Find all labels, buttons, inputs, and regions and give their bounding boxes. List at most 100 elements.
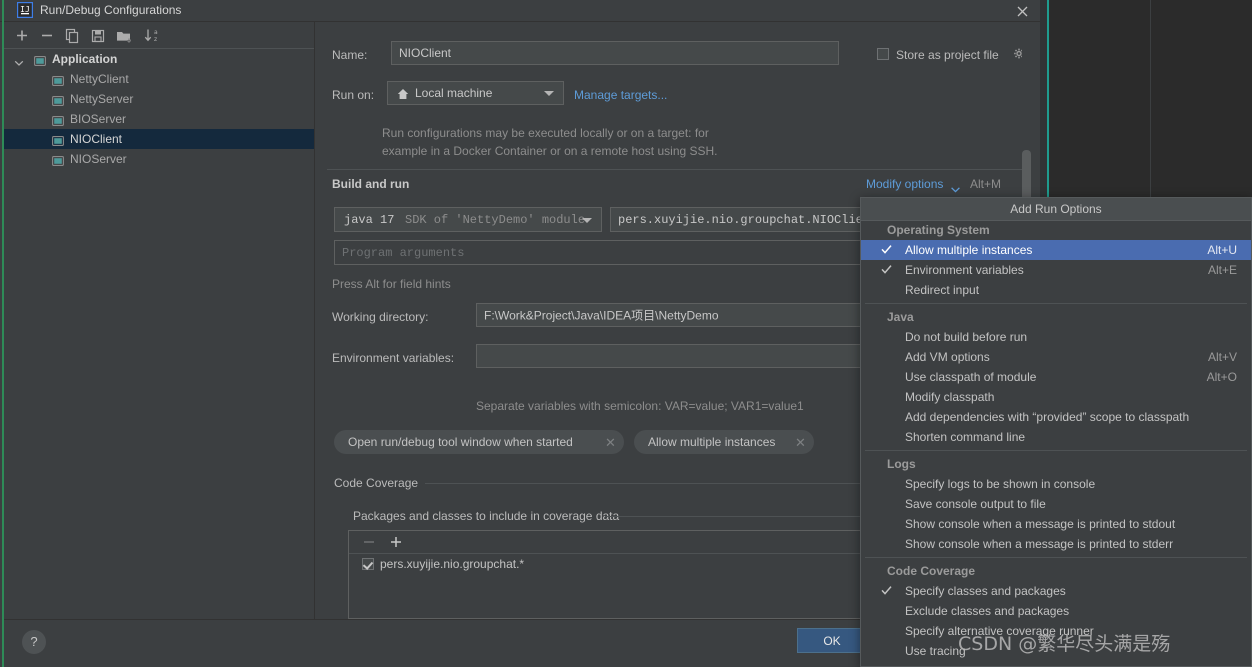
menu-separator [865,450,1247,451]
configurations-toolbar: a z [4,22,314,49]
close-icon[interactable]: ✕ [795,435,806,451]
store-as-project-file-checkbox[interactable] [877,48,889,60]
sort-configurations-button[interactable]: a z [142,26,162,45]
menu-item-label: Collect coverage in test folders [905,664,1069,666]
tree-item-nioserver[interactable]: NIOServer [4,149,314,169]
menu-item-modify-classpath[interactable]: Modify classpath [861,387,1251,407]
check-icon [881,264,892,275]
tree-item-nettyserver[interactable]: NettyServer [4,89,314,109]
menu-item-label: Shorten command line [905,430,1026,444]
environment-variables-label: Environment variables: [332,351,455,365]
menu-item-label: Save console output to file [905,497,1046,511]
left-green-edge-line [2,0,4,667]
remove-package-button[interactable] [360,534,378,550]
menu-item-specify-logs-to-be-shown-in-console[interactable]: Specify logs to be shown in console [861,474,1251,494]
menu-item-show-console-when-a-message-is-printed-to-stdout[interactable]: Show console when a message is printed t… [861,514,1251,534]
add-package-button[interactable] [387,534,405,550]
run-on-hint-line-1: Run configurations may be executed local… [382,126,709,140]
application-icon [52,133,64,146]
configurations-tree[interactable]: Application NettyClient NettyServer BIOServ… [4,49,314,619]
application-icon [34,53,46,66]
menu-item-collect-coverage-in-test-folders[interactable]: Collect coverage in test folders [861,661,1251,666]
application-icon [52,93,64,106]
packages-group-title: Packages and classes to include in cover… [348,509,625,523]
copy-configuration-button[interactable] [62,26,82,45]
chevron-down-icon [544,91,554,96]
menu-item-environment-variables[interactable]: Environment variables Alt+E [861,260,1251,280]
menu-item-label: Redirect input [905,283,980,297]
menu-group-label: Code Coverage [887,564,976,578]
application-icon [52,73,64,86]
menu-item-label: Allow multiple instances [905,243,1033,257]
name-input[interactable]: NIOClient [391,41,839,65]
tree-item-nettyclient[interactable]: NettyClient [4,69,314,89]
check-icon [881,585,892,596]
home-icon [397,88,409,103]
chip-open-run-debug-tool-window[interactable]: Open run/debug tool window when started … [334,430,624,454]
menu-item-redirect-input[interactable]: Redirect input [861,280,1251,300]
menu-item-add-vm-options[interactable]: Add VM options Alt+V [861,347,1251,367]
close-icon[interactable] [1006,1,1040,21]
sdk-suffix: SDK of 'NettyDemo' module [405,212,586,227]
configurations-left-panel: a z Application NettyClient NettyServer BIO… [4,22,315,634]
menu-item-exclude-classes-and-packages[interactable]: Exclude classes and packages [861,601,1251,621]
tree-item-nioclient[interactable]: NIOClient [4,129,314,149]
application-icon [52,113,64,126]
tree-item-bioserver[interactable]: BIOServer [4,109,314,129]
menu-group-header: Logs [861,454,1251,474]
add-configuration-button[interactable] [12,26,32,45]
check-icon [881,244,892,255]
tree-item-application[interactable]: Application [4,49,314,69]
add-run-options-menu: Add Run Options Operating System Allow mu… [860,197,1252,667]
menu-group-header: Java [861,307,1251,327]
menu-items-container[interactable]: Operating System Allow multiple instances… [861,220,1251,666]
menu-group-label: Java [887,310,914,324]
tree-item-label: Application [52,52,118,66]
menu-item-specify-classes-and-packages[interactable]: Specify classes and packages [861,581,1251,601]
menu-item-label: Specify classes and packages [905,584,1066,598]
menu-item-allow-multiple-instances[interactable]: Allow multiple instances Alt+U [861,240,1251,260]
chevron-down-icon [582,217,592,223]
menu-item-show-console-when-a-message-is-printed-to-stderr[interactable]: Show console when a message is printed t… [861,534,1251,554]
dialog-title-bar: IJ Run/Debug Configurations [0,0,1040,22]
run-on-hint-line-2: example in a Docker Container or on a re… [382,144,718,158]
remove-configuration-button[interactable] [37,26,57,45]
menu-item-shortcut: Alt+U [1207,243,1237,257]
run-on-target-combobox[interactable]: Local machine [387,81,564,105]
menu-item-label: Modify classpath [905,390,995,404]
menu-item-label: Specify logs to be shown in console [905,477,1096,491]
save-configuration-button[interactable] [88,26,108,45]
menu-item-add-dependencies-with-provided-scope-to-classpath[interactable]: Add dependencies with “provided” scope t… [861,407,1251,427]
menu-item-do-not-build-before-run[interactable]: Do not build before run [861,327,1251,347]
menu-item-use-classpath-of-module[interactable]: Use classpath of module Alt+O [861,367,1251,387]
intellij-idea-icon: IJ [16,1,34,19]
move-to-folder-button[interactable] [114,26,134,45]
menu-group-header: Operating System [861,220,1251,240]
chevron-down-icon[interactable] [951,182,960,196]
menu-item-save-console-output-to-file[interactable]: Save console output to file [861,494,1251,514]
code-coverage-title: Code Coverage [329,476,424,490]
modify-options-link[interactable]: Modify options [866,177,943,191]
tree-item-label: BIOServer [70,112,127,126]
svg-text:z: z [154,36,157,43]
menu-item-shortcut: Alt+E [1207,263,1237,277]
field-hints-text: Press Alt for field hints [332,277,451,291]
coverage-package-checkbox[interactable] [362,558,374,570]
chevron-down-icon[interactable] [14,54,24,66]
menu-group-label: Operating System [887,223,990,237]
ok-button[interactable]: OK [797,628,867,653]
menu-item-shorten-command-line[interactable]: Shorten command line [861,427,1251,447]
menu-item-label: Use tracing [905,644,966,658]
application-icon [52,153,64,166]
menu-item-shortcut: Alt+O [1206,370,1237,384]
manage-targets-link[interactable]: Manage targets... [574,88,667,102]
working-directory-label: Working directory: [332,310,429,324]
sdk-combobox[interactable]: java 17 SDK of 'NettyDemo' module [334,207,602,232]
help-button[interactable]: ? [22,630,46,654]
run-on-label: Run on: [332,88,375,102]
menu-group-label: Logs [887,457,916,471]
chip-allow-multiple-instances[interactable]: Allow multiple instances ✕ [634,430,814,454]
tree-item-label: NIOClient [70,132,123,146]
close-icon[interactable]: ✕ [605,435,616,451]
menu-group-header: Code Coverage [861,561,1251,581]
